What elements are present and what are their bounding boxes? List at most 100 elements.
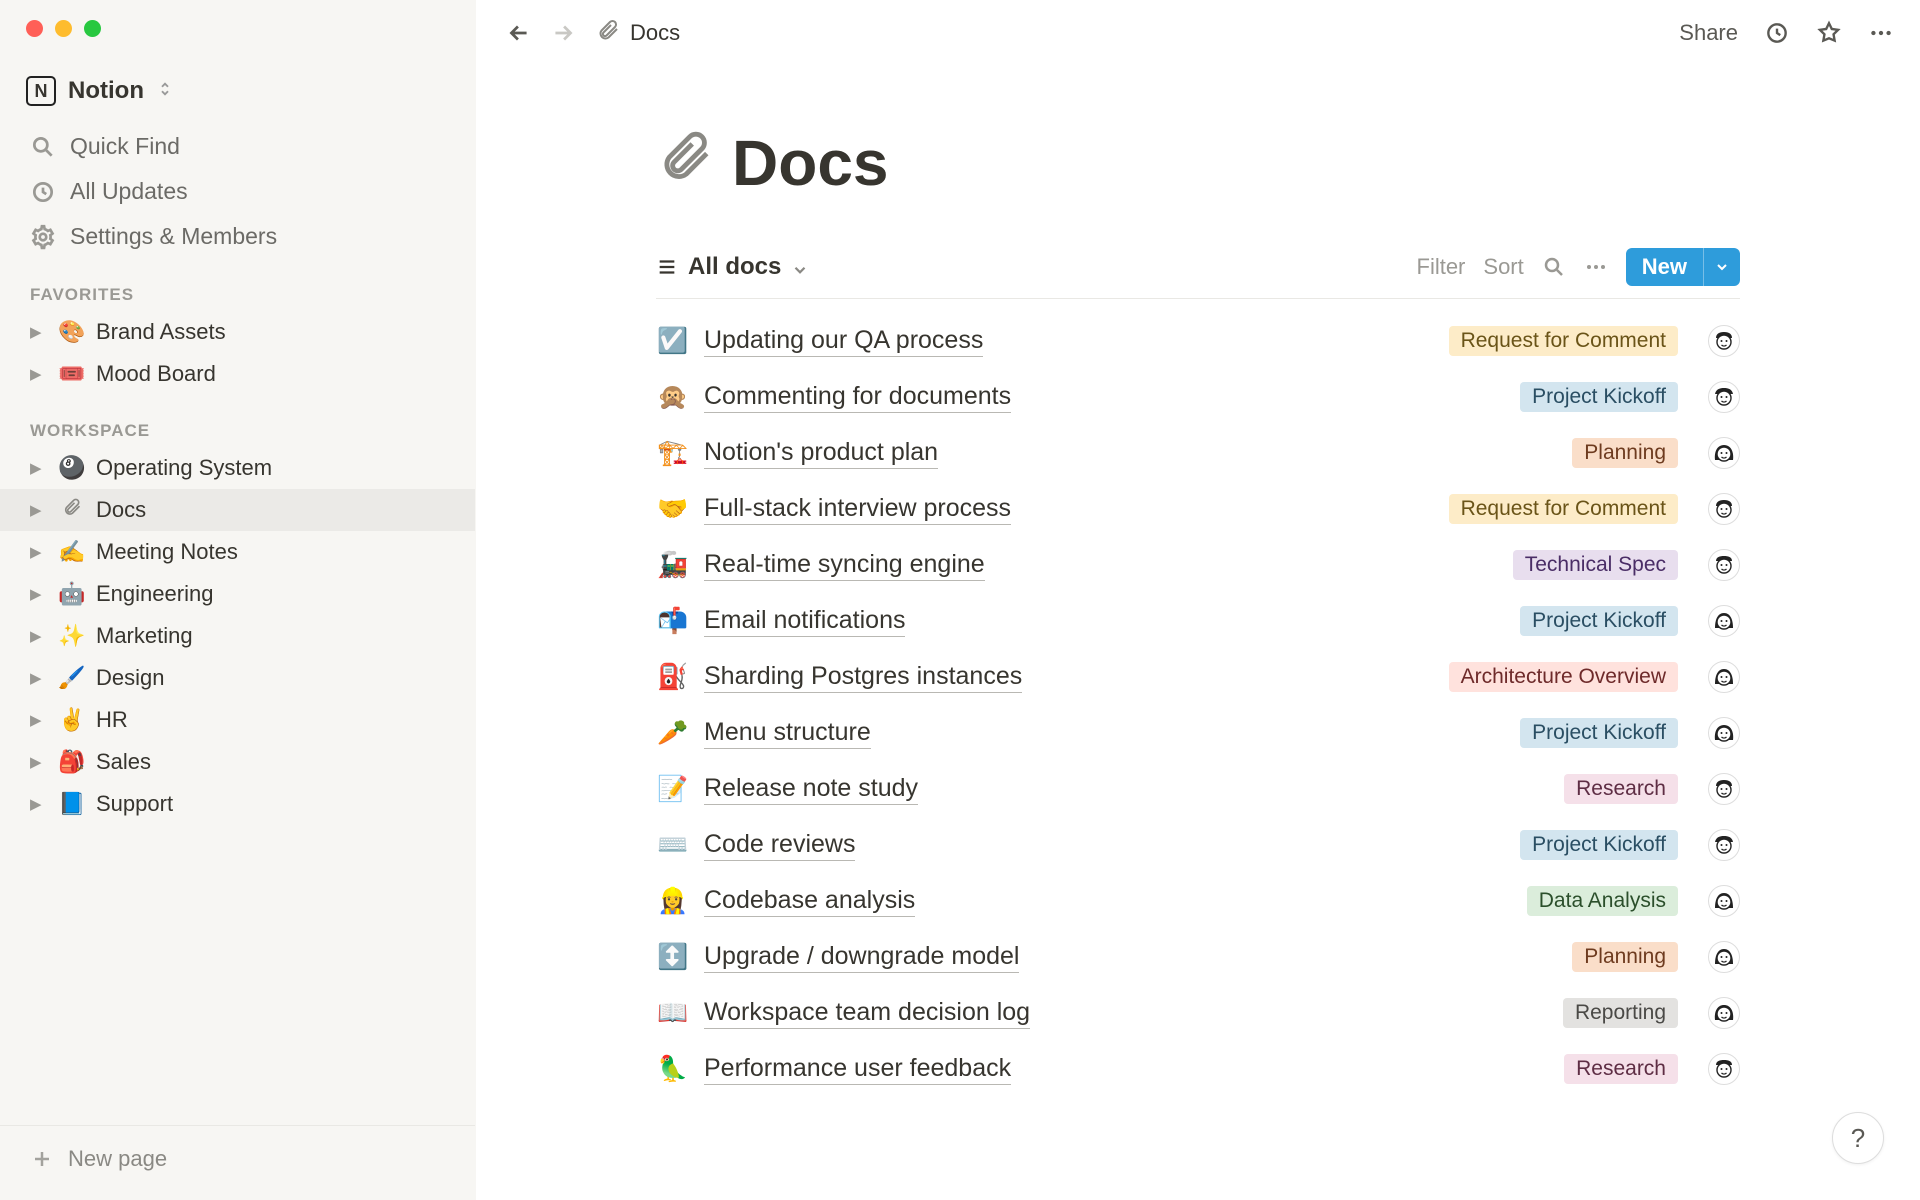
- row-tag[interactable]: Data Analysis: [1527, 886, 1678, 916]
- row-assignee-avatar[interactable]: [1708, 885, 1740, 917]
- updates-icon[interactable]: [1764, 20, 1790, 46]
- sidebar-workspace-item[interactable]: ▶ 🖌️ Design: [0, 657, 475, 699]
- sort-button[interactable]: Sort: [1483, 254, 1523, 280]
- db-search-icon[interactable]: [1542, 255, 1566, 279]
- help-button[interactable]: ?: [1832, 1112, 1884, 1164]
- row-tag[interactable]: Request for Comment: [1449, 326, 1678, 356]
- row-title[interactable]: Upgrade / downgrade model: [704, 942, 1019, 973]
- row-title[interactable]: Notion's product plan: [704, 438, 938, 469]
- database-row[interactable]: 🚂 Real-time syncing engine Technical Spe…: [656, 537, 1740, 593]
- row-assignee-avatar[interactable]: [1708, 661, 1740, 693]
- row-assignee-avatar[interactable]: [1708, 997, 1740, 1029]
- row-tag[interactable]: Architecture Overview: [1449, 662, 1678, 692]
- new-button-dropdown[interactable]: [1703, 248, 1740, 286]
- row-tag[interactable]: Research: [1564, 774, 1678, 804]
- sidebar-workspace-item[interactable]: ▶ 🎱 Operating System: [0, 447, 475, 489]
- database-row[interactable]: 📬 Email notifications Project Kickoff: [656, 593, 1740, 649]
- settings-members-button[interactable]: Settings & Members: [0, 214, 475, 259]
- row-assignee-avatar[interactable]: [1708, 437, 1740, 469]
- database-row[interactable]: 👷‍♀️ Codebase analysis Data Analysis: [656, 873, 1740, 929]
- row-assignee-avatar[interactable]: [1708, 605, 1740, 637]
- favorite-star-icon[interactable]: [1816, 20, 1842, 46]
- row-tag[interactable]: Project Kickoff: [1520, 718, 1678, 748]
- nav-back-button[interactable]: [502, 16, 536, 50]
- disclosure-caret-icon[interactable]: ▶: [30, 669, 48, 687]
- sidebar-favorite-item[interactable]: ▶ 🎟️ Mood Board: [0, 353, 475, 395]
- disclosure-caret-icon[interactable]: ▶: [30, 585, 48, 603]
- row-title[interactable]: Email notifications: [704, 606, 905, 637]
- sidebar-workspace-item[interactable]: ▶ 📘 Support: [0, 783, 475, 825]
- row-assignee-avatar[interactable]: [1708, 325, 1740, 357]
- row-assignee-avatar[interactable]: [1708, 1053, 1740, 1085]
- disclosure-caret-icon[interactable]: ▶: [30, 501, 48, 519]
- db-more-icon[interactable]: [1584, 255, 1608, 279]
- row-tag[interactable]: Planning: [1572, 438, 1678, 468]
- filter-button[interactable]: Filter: [1417, 254, 1466, 280]
- row-tag[interactable]: Request for Comment: [1449, 494, 1678, 524]
- row-tag[interactable]: Research: [1564, 1054, 1678, 1084]
- row-title[interactable]: Code reviews: [704, 830, 855, 861]
- row-tag[interactable]: Project Kickoff: [1520, 830, 1678, 860]
- row-assignee-avatar[interactable]: [1708, 381, 1740, 413]
- database-row[interactable]: ⌨️ Code reviews Project Kickoff: [656, 817, 1740, 873]
- row-title[interactable]: Full-stack interview process: [704, 494, 1011, 525]
- row-tag[interactable]: Project Kickoff: [1520, 382, 1678, 412]
- row-title[interactable]: Menu structure: [704, 718, 871, 749]
- row-title[interactable]: Sharding Postgres instances: [704, 662, 1022, 693]
- share-button[interactable]: Share: [1679, 20, 1738, 46]
- row-assignee-avatar[interactable]: [1708, 829, 1740, 861]
- database-row[interactable]: 📝 Release note study Research: [656, 761, 1740, 817]
- row-tag[interactable]: Planning: [1572, 942, 1678, 972]
- row-tag[interactable]: Technical Spec: [1513, 550, 1678, 580]
- sidebar-workspace-item[interactable]: ▶ 🎒 Sales: [0, 741, 475, 783]
- row-assignee-avatar[interactable]: [1708, 717, 1740, 749]
- database-row[interactable]: 🥕 Menu structure Project Kickoff: [656, 705, 1740, 761]
- row-tag[interactable]: Reporting: [1563, 998, 1678, 1028]
- all-updates-button[interactable]: All Updates: [0, 169, 475, 214]
- database-row[interactable]: 🙊 Commenting for documents Project Kicko…: [656, 369, 1740, 425]
- sidebar-workspace-item[interactable]: ▶ ✌️ HR: [0, 699, 475, 741]
- page-icon[interactable]: [656, 127, 714, 199]
- sidebar-workspace-item[interactable]: ▶ ✍️ Meeting Notes: [0, 531, 475, 573]
- database-row[interactable]: 🤝 Full-stack interview process Request f…: [656, 481, 1740, 537]
- breadcrumb[interactable]: Docs: [596, 18, 680, 48]
- disclosure-caret-icon[interactable]: ▶: [30, 365, 48, 383]
- disclosure-caret-icon[interactable]: ▶: [30, 459, 48, 477]
- row-assignee-avatar[interactable]: [1708, 493, 1740, 525]
- workspace-switcher[interactable]: N Notion: [0, 70, 475, 124]
- database-row[interactable]: 🏗️ Notion's product plan Planning: [656, 425, 1740, 481]
- sidebar-workspace-item[interactable]: ▶ ✨ Marketing: [0, 615, 475, 657]
- row-assignee-avatar[interactable]: [1708, 549, 1740, 581]
- row-title[interactable]: Codebase analysis: [704, 886, 915, 917]
- database-row[interactable]: ⛽ Sharding Postgres instances Architectu…: [656, 649, 1740, 705]
- row-title[interactable]: Release note study: [704, 774, 918, 805]
- row-tag[interactable]: Project Kickoff: [1520, 606, 1678, 636]
- disclosure-caret-icon[interactable]: ▶: [30, 753, 48, 771]
- view-selector[interactable]: All docs: [656, 253, 809, 281]
- disclosure-caret-icon[interactable]: ▶: [30, 627, 48, 645]
- database-row[interactable]: 🦜 Performance user feedback Research: [656, 1041, 1740, 1097]
- sidebar-workspace-item[interactable]: ▶ Docs: [0, 489, 475, 531]
- new-button[interactable]: New: [1626, 248, 1740, 286]
- new-page-button[interactable]: New page: [0, 1125, 475, 1200]
- disclosure-caret-icon[interactable]: ▶: [30, 323, 48, 341]
- database-row[interactable]: ☑️ Updating our QA process Request for C…: [656, 313, 1740, 369]
- row-assignee-avatar[interactable]: [1708, 773, 1740, 805]
- row-title[interactable]: Commenting for documents: [704, 382, 1011, 413]
- close-window-button[interactable]: [26, 20, 43, 37]
- disclosure-caret-icon[interactable]: ▶: [30, 711, 48, 729]
- database-row[interactable]: ↕️ Upgrade / downgrade model Planning: [656, 929, 1740, 985]
- sidebar-workspace-item[interactable]: ▶ 🤖 Engineering: [0, 573, 475, 615]
- disclosure-caret-icon[interactable]: ▶: [30, 543, 48, 561]
- maximize-window-button[interactable]: [84, 20, 101, 37]
- sidebar-favorite-item[interactable]: ▶ 🎨 Brand Assets: [0, 311, 475, 353]
- row-title[interactable]: Workspace team decision log: [704, 998, 1030, 1029]
- row-assignee-avatar[interactable]: [1708, 941, 1740, 973]
- row-title[interactable]: Real-time syncing engine: [704, 550, 985, 581]
- more-menu-icon[interactable]: [1868, 20, 1894, 46]
- disclosure-caret-icon[interactable]: ▶: [30, 795, 48, 813]
- database-row[interactable]: 📖 Workspace team decision log Reporting: [656, 985, 1740, 1041]
- row-title[interactable]: Performance user feedback: [704, 1054, 1011, 1085]
- minimize-window-button[interactable]: [55, 20, 72, 37]
- nav-forward-button[interactable]: [546, 16, 580, 50]
